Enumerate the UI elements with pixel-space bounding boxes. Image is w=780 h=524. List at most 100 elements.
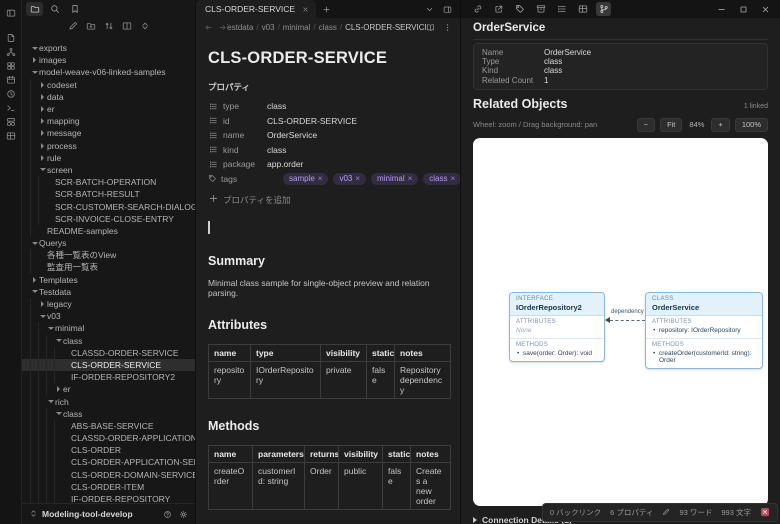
tree-item-CLS-ORDER-SERVICE[interactable]: CLS-ORDER-SERVICE [22,358,195,372]
property-value[interactable]: class [267,145,286,155]
chevron-down-icon[interactable] [30,290,39,293]
close-icon[interactable] [761,5,770,14]
chevron-right-icon[interactable] [38,301,47,307]
pencil-icon[interactable] [68,21,78,31]
tree-item-CLS-ORDER[interactable]: CLS-ORDER [22,444,195,457]
folder-plus-icon[interactable] [86,21,96,31]
vault-icon[interactable] [29,509,38,518]
breadcrumb-segment[interactable]: minimal [283,23,311,32]
tree-item-Testdata[interactable]: Testdata [22,286,195,298]
tree-item-minimal[interactable]: minimal [22,322,195,335]
chevron-down-icon[interactable] [46,327,55,330]
layout-icon[interactable] [122,21,132,31]
vault-name[interactable]: Modeling-tool-develop [42,509,159,519]
fit-button[interactable]: Fit [660,117,683,132]
chevron-right-icon[interactable] [38,118,47,124]
tree-item-message[interactable]: message [22,127,195,140]
tree-item-exports[interactable]: exports [22,42,195,54]
tree-item-images[interactable]: images [22,54,195,66]
inspector-tab-tag[interactable] [512,2,527,16]
breadcrumb-segment[interactable]: CLS-ORDER-SERVICE [345,23,426,32]
add-property-button[interactable]: プロパティを追加 [208,193,460,206]
terminal-icon[interactable] [6,102,16,114]
chevron-right-icon[interactable] [38,82,47,88]
breadcrumb-segment[interactable]: v03 [262,23,275,32]
dots-vertical-icon[interactable] [443,23,452,32]
inspector-tab-link[interactable] [470,2,485,16]
collapse-icon[interactable] [140,21,150,31]
chevron-down-icon[interactable] [38,168,47,171]
tree-item-監査用一覧表[interactable]: 監査用一覧表 [22,261,195,274]
chevron-right-icon[interactable] [38,155,47,161]
tree-item-ABS-BASE-SERVICE[interactable]: ABS-BASE-SERVICE [22,419,195,432]
tree-item-process[interactable]: process [22,139,195,152]
gear-icon[interactable] [179,510,188,519]
book-open-icon[interactable] [426,23,435,32]
chevron-down-icon[interactable] [30,71,39,74]
property-value[interactable]: class [267,101,286,111]
maximize-icon[interactable] [739,5,748,14]
remove-tag-icon[interactable]: × [451,174,456,183]
sync-error-icon[interactable] [760,507,770,517]
tree-item-class[interactable]: class [22,334,195,347]
tree-item-legacy[interactable]: legacy [22,297,195,311]
panel-left-icon[interactable] [6,7,16,19]
arrow-right-icon[interactable] [218,23,227,32]
inspector-tab-outgoing-link[interactable] [491,2,506,16]
breadcrumb-segment[interactable]: class [319,23,337,32]
tag-pill[interactable]: v03 × [333,172,367,185]
zoom-in-button[interactable]: + [711,117,730,132]
panel-right-icon[interactable] [443,5,452,14]
tree-item-codeset[interactable]: codeset [22,78,195,91]
tree-item-IF-ORDER-REPOSITORY[interactable]: IF-ORDER-REPOSITORY [22,492,195,503]
tree-item-rich[interactable]: rich [22,395,195,408]
tree-item-CLS-ORDER-DOMAIN-SERVICE[interactable]: CLS-ORDER-DOMAIN-SERVICE [22,468,195,481]
tree-item-CLS-ORDER-ITEM[interactable]: CLS-ORDER-ITEM [22,480,195,493]
tree-item-rule[interactable]: rule [22,151,195,164]
tree-item-各種一覧表のView[interactable]: 各種一覧表のView [22,249,195,262]
tree-item-er[interactable]: er [22,383,195,396]
chevron-down-icon[interactable] [30,242,39,245]
workspaces-icon[interactable] [6,116,16,128]
tag-pill[interactable]: minimal × [371,172,419,185]
tree-item-IF-ORDER-REPOSITORY2[interactable]: IF-ORDER-REPOSITORY2 [22,371,195,384]
breadcrumb-segment[interactable]: Testdata [227,23,253,32]
tree-item-er[interactable]: er [22,102,195,116]
chevron-right-icon[interactable] [54,386,63,392]
chevron-down-icon[interactable] [30,47,39,50]
inspector-tab-archive[interactable] [533,2,548,16]
pencil-icon[interactable] [662,508,670,516]
diagram-node-orderservice[interactable]: CLASS OrderService ATTRIBUTES repository… [645,291,763,369]
property-key[interactable]: kind [223,145,259,155]
zoom-out-button[interactable]: − [636,117,656,132]
properties-heading[interactable]: プロパティ [208,81,460,93]
tree-item-CLASSD-ORDER-SERVICE[interactable]: CLASSD-ORDER-SERVICE [22,346,195,359]
tree-item-v03[interactable]: v03 [22,310,195,323]
tree-item-Querys[interactable]: Querys [22,237,195,249]
property-key[interactable]: package [223,159,259,169]
chevron-right-icon[interactable] [38,106,47,112]
graph-icon[interactable] [6,46,16,58]
tree-item-SCR-INVOICE-CLOSE-ENTRY[interactable]: SCR-INVOICE-CLOSE-ENTRY [22,212,195,225]
inspector-tab-table[interactable] [575,2,590,16]
property-key[interactable]: tags [221,174,257,184]
chevron-right-icon[interactable] [30,277,39,283]
diagram-node-iorderrepository2[interactable]: INTERFACE IOrderRepository2 ATTRIBUTES N… [509,291,605,362]
diagram-canvas[interactable]: INTERFACE IOrderRepository2 ATTRIBUTES N… [473,137,768,506]
chevron-down-icon[interactable] [54,412,63,415]
property-value[interactable]: OrderService [267,130,317,140]
tree-item-CLASSD-ORDER-APPLICATION[interactable]: CLASSD-ORDER-APPLICATION [22,432,195,445]
chevron-down-icon[interactable] [54,339,63,342]
help-icon[interactable] [163,510,172,519]
tree-item-CLS-ORDER-APPLICATION-SERVICE[interactable]: CLS-ORDER-APPLICATION-SERVICE [22,456,195,469]
document-icon[interactable] [6,32,16,44]
property-value[interactable]: CLS-ORDER-SERVICE [267,116,357,126]
sort-icon[interactable] [104,21,114,31]
sidebar-tab-search[interactable] [46,2,63,16]
tag-pill[interactable]: class × [423,172,460,185]
chevron-right-icon[interactable] [38,130,47,136]
property-key[interactable]: name [223,130,259,140]
tree-item-Templates[interactable]: Templates [22,274,195,286]
remove-tag-icon[interactable]: × [408,174,413,183]
chevron-down-icon[interactable] [425,5,434,14]
